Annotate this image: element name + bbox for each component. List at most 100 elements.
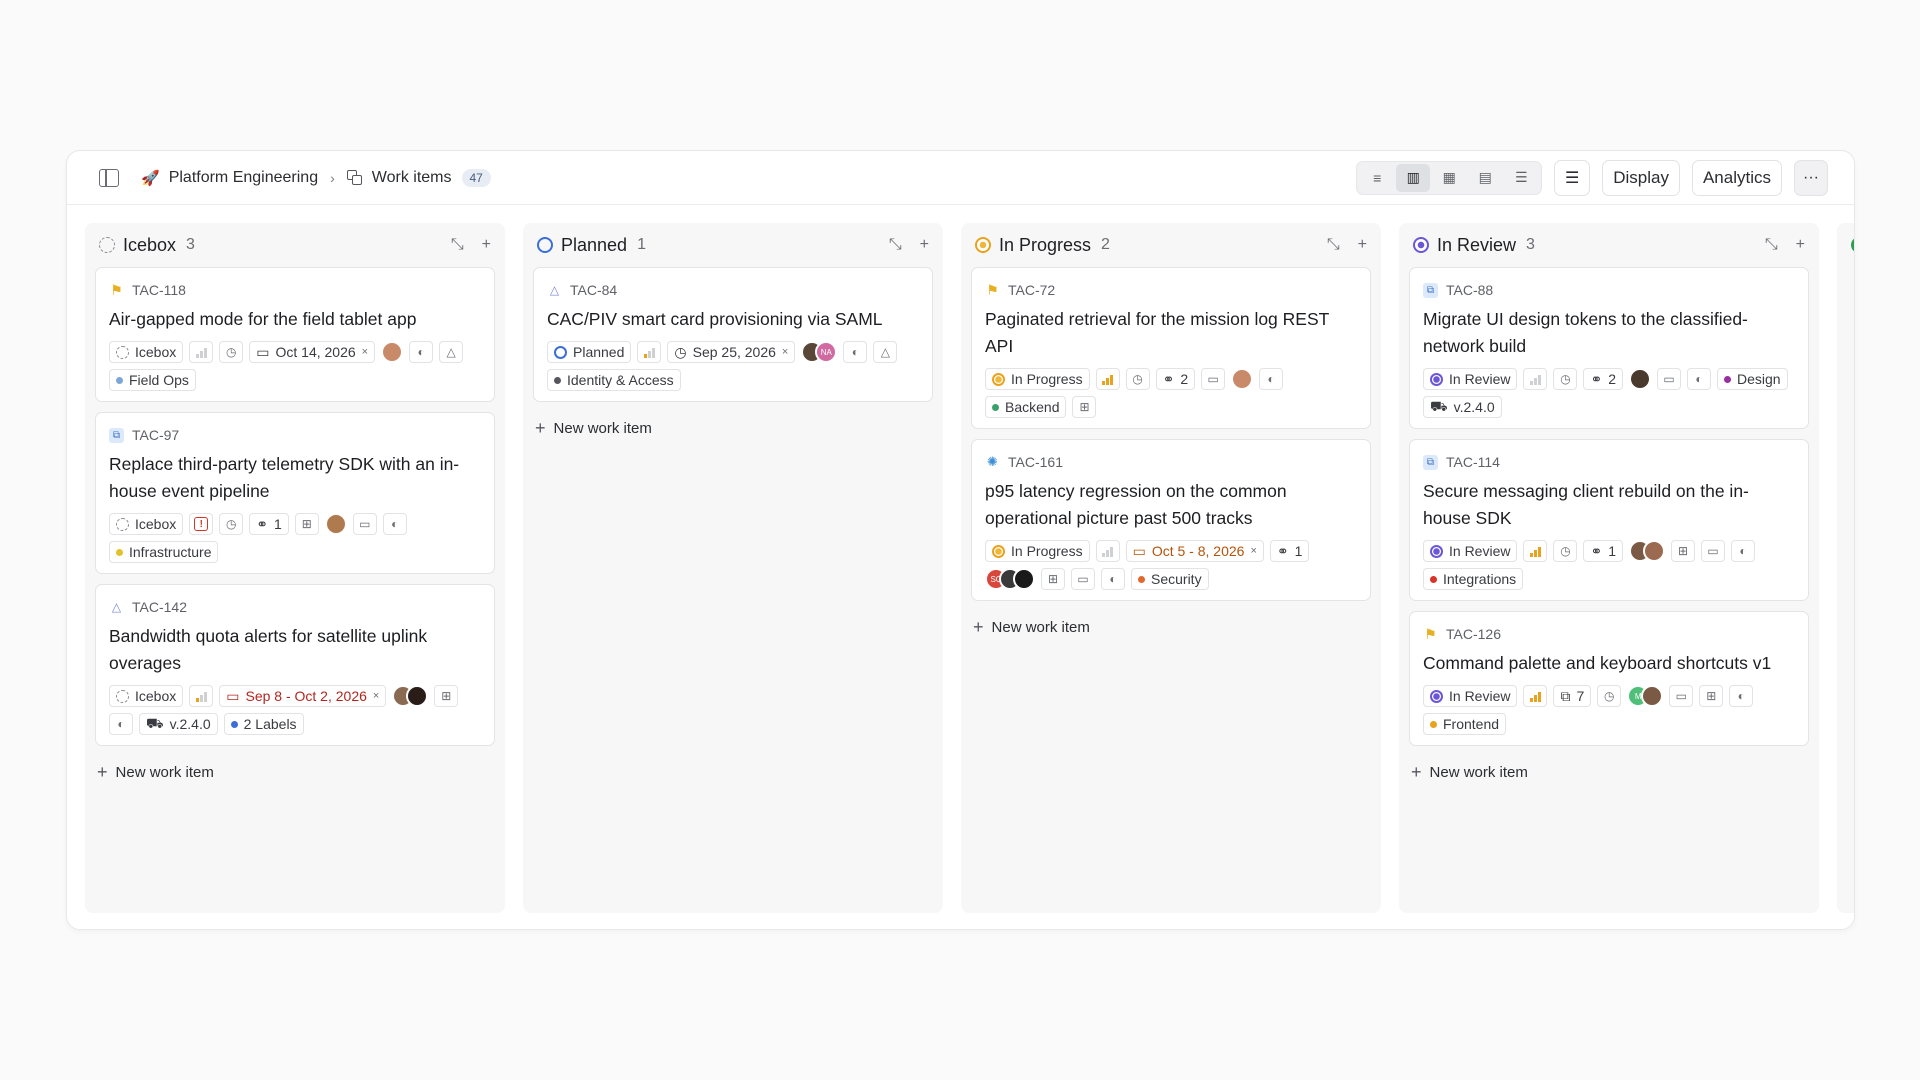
work-item-card[interactable]: ⚑ TAC-118 Air-gapped mode for the field t… [95,267,495,402]
module-icon[interactable]: ⊞ [1671,540,1695,562]
estimate-icon[interactable]: ◐ [1731,540,1755,562]
label-chip[interactable]: Security [1131,568,1209,590]
label-chip[interactable]: Identity & Access [547,369,681,391]
priority-chip[interactable] [1523,368,1548,390]
state-chip[interactable]: Planned [547,341,632,363]
due-date-icon[interactable]: ▭ [352,513,377,535]
spreadsheet-layout-icon[interactable]: ▤ [1468,164,1502,192]
state-chip[interactable]: In Review [1423,685,1518,707]
release-chip[interactable]: ⛟ v.2.4.0 [139,713,218,735]
state-chip[interactable]: In Review [1423,368,1518,390]
new-work-item-button[interactable]: + New work item [95,756,495,789]
estimate-icon[interactable]: ◐ [382,513,407,535]
breadcrumb-project[interactable]: Platform Engineering [169,169,318,187]
due-date-icon[interactable]: ▭ [1669,685,1694,707]
work-item-card[interactable]: △ TAC-142 Bandwidth quota alerts for sate… [95,584,495,746]
priority-chip[interactable] [1095,368,1120,390]
add-icon[interactable]: + [1796,236,1805,254]
label-chip[interactable]: Integrations [1423,568,1524,590]
collapse-icon[interactable]: ⤡ [889,236,902,254]
state-chip[interactable]: Icebox [109,685,184,707]
due-date-icon[interactable]: ▭ [1071,568,1095,590]
estimate-icon[interactable]: ◐ [409,341,434,363]
filter-icon[interactable]: ☰ [1554,159,1591,196]
links-chip[interactable]: ⚭ 1 [1269,540,1310,562]
assignees[interactable]: SC [985,568,1035,590]
estimate-icon[interactable]: ◐ [1729,685,1754,707]
links-chip[interactable]: ⚭ 2 [1583,368,1623,390]
display-button[interactable]: Display [1602,159,1680,196]
more-options-icon[interactable]: ··· [1794,159,1828,196]
work-item-card[interactable]: ✺ TAC-161 p95 latency regression on the c… [971,439,1371,601]
links-chip[interactable]: ⚭ 1 [249,513,289,535]
assignees[interactable] [381,341,404,363]
estimate-icon[interactable]: ◐ [843,341,868,363]
due-date-icon[interactable]: ▭ [1201,368,1226,390]
list-layout-icon[interactable]: ≡ [1360,164,1394,192]
work-item-card[interactable]: △ TAC-84 CAC/PIV smart card provisioning … [533,267,933,402]
assignees[interactable] [1629,368,1651,390]
state-chip[interactable]: In Review [1423,540,1518,562]
estimate-icon[interactable]: ◐ [1687,368,1711,390]
due-date-icon[interactable]: ▭ [1701,540,1725,562]
cycle-icon[interactable]: △ [439,341,464,363]
priority-chip[interactable]: ! [189,513,214,535]
priority-chip[interactable] [1095,540,1120,562]
label-chip[interactable]: Backend [985,396,1067,418]
estimate-icon[interactable]: ◐ [1101,568,1125,590]
links-chip[interactable]: ⚭ 1 [1583,540,1623,562]
start-date-icon[interactable]: ◷ [1597,685,1622,707]
label-chip[interactable]: Design [1717,368,1788,390]
label-chip[interactable]: 2 Labels [223,713,304,735]
new-work-item-button[interactable]: + New work item [971,611,1371,644]
module-icon[interactable]: ⊞ [434,685,459,707]
assignees[interactable] [1629,540,1665,562]
sidebar-toggle-icon[interactable] [99,168,119,187]
work-item-card[interactable]: ⧉ TAC-97 Replace third-party telemetry SD… [95,412,495,574]
work-item-card[interactable]: ⧉ TAC-88 Migrate UI design tokens to the … [1409,267,1809,429]
start-date-icon[interactable]: ◷ [219,513,244,535]
release-chip[interactable]: ⛟ v.2.4.0 [1423,396,1502,418]
work-item-card[interactable]: ⚑ TAC-72 Paginated retrieval for the miss… [971,267,1371,429]
new-work-item-button[interactable]: + New work item [1409,756,1809,789]
due-date-icon[interactable]: ▭ [1657,368,1681,390]
assignees[interactable] [324,513,347,535]
analytics-button[interactable]: Analytics [1691,159,1782,196]
estimate-icon[interactable]: ◐ [1259,368,1284,390]
priority-chip[interactable] [189,685,214,707]
due-date-chip[interactable]: ◷ Sep 25, 2026 × [667,341,796,363]
priority-chip[interactable] [189,341,214,363]
start-date-icon[interactable]: ◷ [1125,368,1150,390]
gantt-layout-icon[interactable]: ☰ [1504,164,1538,192]
module-icon[interactable]: ⊞ [1041,568,1065,590]
estimate-icon[interactable]: ◐ [109,713,133,735]
add-icon[interactable]: + [1358,236,1367,254]
state-chip[interactable]: Icebox [109,341,184,363]
work-item-card[interactable]: ⧉ TAC-114 Secure messaging client rebuild… [1409,439,1809,601]
label-chip[interactable]: Frontend [1423,713,1507,735]
priority-chip[interactable] [1523,540,1548,562]
assignees[interactable]: M [1627,685,1664,707]
work-item-card[interactable]: ⚑ TAC-126 Command palette and keyboard sh… [1409,611,1809,746]
add-icon[interactable]: + [482,236,491,254]
clear-icon[interactable]: × [362,346,368,358]
state-chip[interactable]: In Progress [985,540,1090,562]
links-chip[interactable]: ⚭ 2 [1155,368,1196,390]
add-icon[interactable]: + [920,236,929,254]
collapse-icon[interactable]: ⤡ [1765,236,1778,254]
module-icon[interactable]: ⊞ [1699,685,1724,707]
state-chip[interactable]: Icebox [109,513,184,535]
sub-items-chip[interactable]: ⧉ 7 [1553,685,1592,707]
due-date-chip[interactable]: ▭ Oct 14, 2026 × [249,341,376,363]
label-chip[interactable]: Infrastructure [109,541,219,563]
due-date-chip[interactable]: ▭ Sep 8 - Oct 2, 2026 × [219,685,387,707]
new-work-item-button[interactable]: + New work item [533,412,933,445]
breadcrumb-section[interactable]: Work items [372,169,452,187]
collapse-icon[interactable]: ⤡ [451,236,464,254]
module-icon[interactable]: ⊞ [294,513,319,535]
kanban-layout-icon[interactable]: ▥ [1396,163,1431,192]
priority-chip[interactable] [1523,685,1548,707]
clear-icon[interactable]: × [782,346,788,358]
assignees[interactable]: NA [801,341,838,363]
assignees[interactable] [392,685,429,707]
